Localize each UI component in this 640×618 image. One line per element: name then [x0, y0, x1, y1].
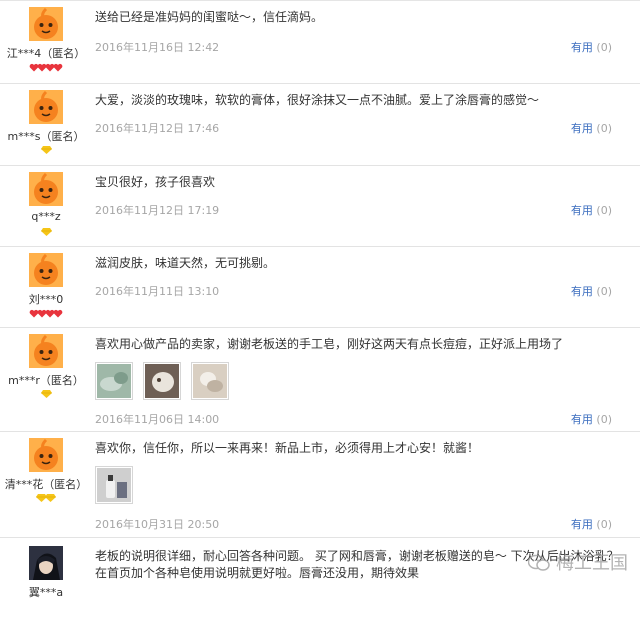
useful-label: 有用 [570, 518, 593, 531]
useful-button[interactable]: 有用 (0) [571, 39, 612, 55]
credit-badge [0, 494, 92, 502]
reviewer-name: 翼***a [28, 586, 64, 599]
review-photo[interactable] [95, 466, 133, 504]
review-item: m***r（匿名） 喜欢用心做产品的卖家，谢谢老板送的手工皂，刚好这两天有点长痘… [0, 328, 640, 432]
useful-count: (0) [596, 204, 612, 217]
useful-count: (0) [596, 285, 612, 298]
orange-mascot-icon[interactable] [29, 438, 63, 472]
diamond-icon [40, 390, 52, 398]
review-item: m***s（匿名） 大爱，淡淡的玫瑰味，软软的膏体，很好涂抹又一点不油腻。爱上了… [0, 84, 640, 166]
review-photo[interactable] [95, 362, 133, 400]
review-text: 喜欢你，信任你，所以一来再来！新品上市，必须得用上才心安！就酱！ [95, 441, 480, 455]
reviewer-name: m***r（匿名） [8, 374, 84, 387]
useful-button[interactable]: 有用 (0) [571, 283, 612, 299]
useful-label: 有用 [570, 413, 593, 426]
credit-badge [0, 146, 92, 154]
watermark-text: 梅工王国 [556, 553, 628, 574]
orange-mascot-icon[interactable] [29, 253, 63, 287]
useful-label: 有用 [570, 122, 593, 135]
heart-icon [53, 63, 63, 72]
credit-badge [0, 390, 92, 398]
heart-icon [53, 309, 63, 318]
useful-label: 有用 [570, 285, 593, 298]
review-item: 江***4（匿名） 送给已经是准妈妈的闺蜜哒～，信任滴妈。 2016年11月16… [0, 1, 640, 84]
useful-label: 有用 [570, 204, 593, 217]
review-date: 2016年11月16日 12:42 [95, 41, 220, 54]
diamond-icon [40, 228, 52, 236]
anime-avatar-icon[interactable] [29, 546, 63, 580]
useful-button[interactable]: 有用 (0) [571, 411, 612, 427]
orange-mascot-icon[interactable] [29, 90, 63, 124]
diamond-icon [40, 146, 52, 154]
credit-badge [0, 228, 92, 236]
useful-count: (0) [596, 518, 612, 531]
reviewer-name: 清***花（匿名） [4, 478, 88, 491]
useful-label: 有用 [570, 41, 593, 54]
useful-button[interactable]: 有用 (0) [571, 202, 612, 218]
diamond-icon [45, 494, 56, 502]
review-photo[interactable] [190, 362, 229, 400]
credit-badge [0, 63, 92, 72]
orange-mascot-icon[interactable] [29, 7, 63, 41]
review-item: 刘***0 滋润皮肤，味道天然，无可挑剔。 2016年11月11日 13:10 … [0, 247, 640, 328]
review-text: 滋润皮肤，味道天然，无可挑剔。 [95, 256, 276, 270]
watermark: 梅工王国 [528, 549, 628, 575]
review-photos [95, 466, 139, 504]
reviewer-name: 刘***0 [28, 293, 64, 306]
useful-count: (0) [596, 413, 612, 426]
credit-badge [0, 309, 92, 318]
review-date: 2016年11月12日 17:19 [95, 204, 220, 217]
review-text: 送给已经是准妈妈的闺蜜哒～，信任滴妈。 [95, 10, 324, 24]
orange-mascot-icon[interactable] [29, 334, 63, 368]
review-date: 2016年11月12日 17:46 [95, 122, 220, 135]
useful-count: (0) [596, 122, 612, 135]
useful-count: (0) [596, 41, 612, 54]
review-date: 2016年11月06日 14:00 [95, 413, 220, 426]
review-photos [95, 362, 235, 400]
review-item: 清***花（匿名） 喜欢你，信任你，所以一来再来！新品上市，必须得用上才心安！就… [0, 432, 640, 538]
wechat-icon [528, 553, 556, 574]
reviewer-name: m***s（匿名） [7, 130, 85, 143]
review-text: 大爱，淡淡的玫瑰味，软软的膏体，很好涂抹又一点不油腻。爱上了涂唇膏的感觉～ [95, 93, 540, 107]
review-text: 宝贝很好，孩子很喜欢 [95, 175, 216, 189]
reviewer-name: 江***4（匿名） [6, 47, 86, 60]
review-date: 2016年10月31日 20:50 [95, 518, 220, 531]
review-photo[interactable] [142, 362, 181, 400]
orange-mascot-icon[interactable] [29, 172, 63, 206]
reviewer-name: q***z [31, 210, 61, 223]
useful-button[interactable]: 有用 (0) [571, 120, 612, 136]
useful-button[interactable]: 有用 (0) [571, 516, 612, 532]
review-text: 喜欢用心做产品的卖家，谢谢老板送的手工皂，刚好这两天有点长痘痘，正好派上用场了 [95, 337, 564, 351]
review-item: q***z 宝贝很好，孩子很喜欢 2016年11月12日 17:19 有用 (0… [0, 166, 640, 247]
review-date: 2016年11月11日 13:10 [95, 285, 220, 298]
